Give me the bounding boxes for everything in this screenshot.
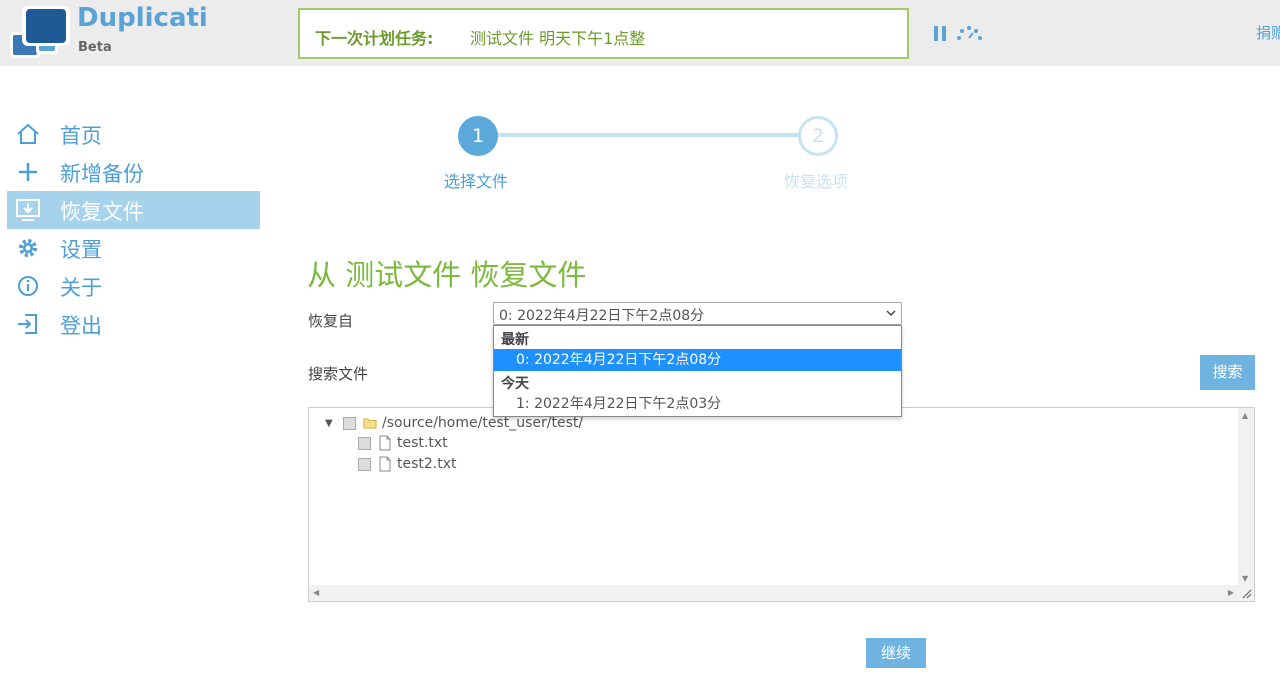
tree-file-name[interactable]: test.txt [397, 435, 448, 451]
chevron-down-icon [886, 310, 896, 317]
restore-icon [16, 199, 40, 221]
beta-label: Beta [78, 40, 112, 55]
tree-row-file[interactable]: test2.txt [358, 454, 457, 474]
continue-button[interactable]: 继续 [866, 638, 926, 668]
scroll-up-icon[interactable]: ▲ [1242, 411, 1248, 420]
file-tree[interactable]: ▼ /source/home/test_user/test/ test.txt … [308, 407, 1255, 602]
home-icon [17, 123, 39, 144]
donate-link[interactable]: 捐赠 [1256, 22, 1280, 43]
page-title: 从 测试文件 恢复文件 [307, 258, 587, 292]
search-button[interactable]: 搜索 [1200, 355, 1255, 390]
step-1-label[interactable]: 选择文件 [444, 168, 508, 192]
file-icon [379, 456, 391, 472]
plus-icon [19, 163, 37, 181]
vertical-scrollbar[interactable]: ▲ ▼ [1238, 408, 1254, 586]
gear-icon [19, 239, 37, 257]
tree-checkbox[interactable] [358, 457, 371, 471]
file-icon [379, 435, 391, 451]
sidebar-item-label: 登出 [60, 314, 102, 338]
dropdown-group-label: 最新 [501, 332, 529, 348]
next-task-label: 下一次计划任务: [315, 29, 434, 48]
sidebar-item-add-backup[interactable]: 新增备份 [7, 153, 260, 191]
throttle-icon[interactable] [956, 24, 984, 42]
folder-icon [363, 418, 377, 429]
info-icon [18, 276, 38, 296]
duplicati-logo [10, 6, 70, 58]
sidebar-item-logout[interactable]: 登出 [7, 305, 260, 343]
sidebar-item-home[interactable]: 首页 [7, 115, 260, 153]
sidebar-item-label: 恢复文件 [60, 200, 144, 224]
pause-icon[interactable] [934, 26, 948, 41]
next-scheduled-task[interactable]: 下一次计划任务: 测试文件 明天下午1点整 [298, 8, 909, 59]
logout-icon [18, 314, 37, 334]
version-dropdown-list[interactable]: 最新 0: 2022年4月22日下午2点08分 今天 1: 2022年4月22日… [493, 325, 902, 417]
wizard-steps: 1 2 选择文件 恢复选项 [420, 116, 880, 196]
sidebar-item-label: 新增备份 [60, 162, 144, 186]
dropdown-option[interactable]: 1: 2022年4月22日下午2点03分 [494, 393, 901, 415]
step-connector [478, 133, 798, 137]
sidebar-nav: 首页 新增备份 恢复文件 设置 关于 登出 [7, 115, 260, 343]
top-header: Duplicati Beta 下一次计划任务: 测试文件 明天下午1点整 捐赠 [0, 0, 1280, 66]
scroll-down-icon[interactable]: ▼ [1242, 574, 1248, 583]
tree-row-file[interactable]: test.txt [358, 433, 448, 453]
resize-handle-icon[interactable] [1238, 585, 1254, 601]
scroll-left-icon[interactable]: ◀ [313, 588, 319, 597]
brand-name: Duplicati [77, 3, 208, 33]
sidebar-item-label: 首页 [60, 124, 102, 148]
sidebar-item-restore[interactable]: 恢复文件 [7, 191, 260, 229]
step-2-label[interactable]: 恢复选项 [784, 168, 848, 192]
step-1-circle[interactable]: 1 [458, 116, 498, 156]
version-select[interactable]: 0: 2022年4月22日下午2点08分 [493, 302, 902, 325]
horizontal-scrollbar[interactable]: ◀ ▶ [309, 585, 1238, 601]
step-2-circle[interactable]: 2 [798, 116, 838, 156]
dropdown-group-label: 今天 [501, 376, 529, 392]
tree-checkbox[interactable] [358, 436, 371, 450]
sidebar-item-label: 关于 [60, 276, 102, 300]
tree-folder-name[interactable]: /source/home/test_user/test/ [382, 415, 583, 431]
restore-from-label: 恢复自 [308, 312, 354, 330]
sidebar-item-label: 设置 [60, 238, 102, 262]
dropdown-option[interactable]: 0: 2022年4月22日下午2点08分 [494, 349, 901, 371]
next-task-value[interactable]: 测试文件 明天下午1点整 [470, 25, 645, 49]
search-files-label: 搜索文件 [308, 365, 369, 383]
tree-checkbox[interactable] [343, 416, 356, 430]
version-select-value: 0: 2022年4月22日下午2点08分 [499, 308, 705, 324]
sidebar-item-settings[interactable]: 设置 [7, 229, 260, 267]
tree-file-name[interactable]: test2.txt [397, 456, 457, 472]
sidebar-item-about[interactable]: 关于 [7, 267, 260, 305]
expand-toggle-icon[interactable]: ▼ [325, 418, 335, 429]
scroll-right-icon[interactable]: ▶ [1228, 588, 1234, 597]
